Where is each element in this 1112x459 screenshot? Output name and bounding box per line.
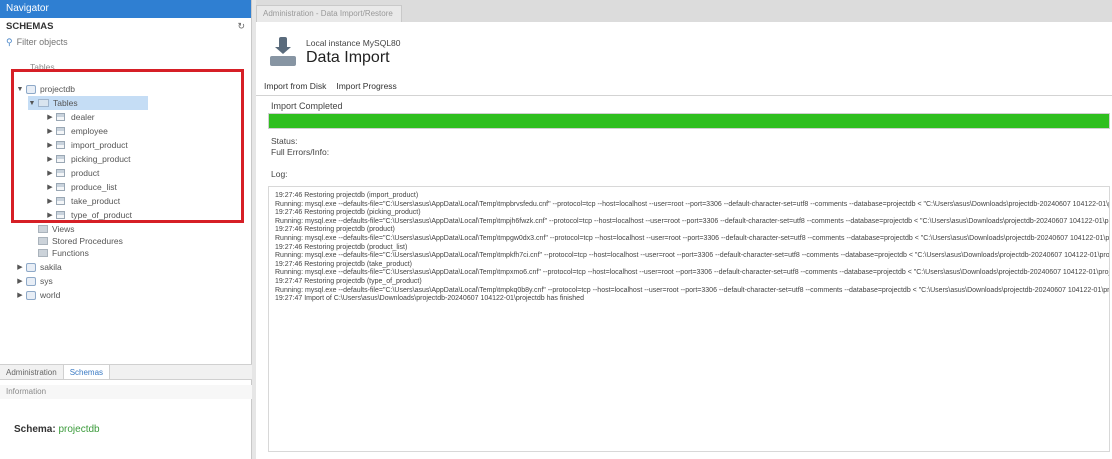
document-tab-strip: Administration - Data Import/Restore [256,0,1112,22]
expand-triangle-icon[interactable]: ▶ [46,183,54,191]
log-line: 19:27:46 Restoring projectdb (take_produ… [275,260,412,268]
database-icon [26,276,36,286]
expand-triangle-icon[interactable]: ▶ [46,127,54,135]
tree-item-table[interactable]: ▶ dealer [46,110,94,124]
information-header: Information [0,385,252,399]
full-errors-label: Full Errors/Info: [271,147,330,157]
log-output[interactable]: 19:27:46 Restoring projectdb (import_pro… [268,186,1110,452]
log-line: Running: mysql.exe --defaults-file="C:\U… [275,217,1110,225]
log-line: Running: mysql.exe --defaults-file="C:\U… [275,269,1110,277]
stored-procedures-icon [38,237,48,245]
status-label: Status: [271,136,298,146]
tree-item-database[interactable]: ▶ sys [16,274,52,288]
connection-subtitle: Local instance MySQL80 [306,37,401,48]
tab-data-import[interactable]: Administration - Data Import/Restore [256,5,402,22]
table-icon [56,197,65,205]
filter-row: ⚲ [0,34,251,50]
log-line: 19:27:46 Restoring projectdb (import_pro… [275,192,419,199]
folder-icon [38,99,49,107]
expand-triangle-icon[interactable]: ▼ [28,100,36,107]
schema-info: Schema: projectdb [14,424,100,435]
table-icon [56,211,65,219]
divider [256,95,1112,96]
tab-administration[interactable]: Administration [0,365,63,379]
progress-fill [269,114,1109,128]
tree-item-table[interactable]: ▶ employee [46,124,108,138]
schemas-label: SCHEMAS [6,20,54,32]
expand-triangle-icon[interactable]: ▶ [46,197,54,205]
table-icon [56,169,65,177]
tree-item-table[interactable]: ▶ picking_product [46,152,130,166]
tab-schemas[interactable]: Schemas [62,365,111,379]
schema-info-value: projectdb [58,424,100,435]
schemas-header: SCHEMAS ↻ [0,18,251,34]
navigator-bottom-tabs: Administration Schemas [0,364,252,380]
filter-objects-input[interactable] [16,37,217,47]
expand-triangle-icon[interactable]: ▼ [16,86,24,93]
log-line: 19:27:47 Import of C:\Users\asus\Downloa… [275,295,584,303]
data-import-icon [270,37,296,67]
tree-item-database[interactable]: ▶ world [16,288,60,302]
search-icon: ⚲ [6,36,13,47]
views-icon [38,225,48,233]
log-line: 19:27:47 Restoring projectdb (type_of_pr… [275,277,422,285]
log-line: Running: mysql.exe --defaults-file="C:\U… [275,234,1110,242]
tree-item-projectdb[interactable]: ▼ projectdb [16,82,75,96]
expand-triangle-icon[interactable]: ▶ [16,277,24,285]
table-icon [56,113,65,121]
data-import-header: Local instance MySQL80 Data Import [270,34,401,70]
import-tabs: Import from Disk Import Progress [262,80,399,92]
refresh-icon[interactable]: ↻ [237,21,245,32]
import-progress-bar [268,113,1110,129]
schema-info-label: Schema: [14,424,56,435]
page-title: Data Import [306,48,390,66]
log-label: Log: [271,169,288,179]
expand-triangle-icon[interactable]: ▶ [46,141,54,149]
navigator-header: Navigator [0,0,251,18]
import-status-text: Import Completed [271,101,343,111]
tree-item-table[interactable]: ▶ type_of_product [46,208,132,222]
table-icon [56,141,65,149]
tab-import-progress[interactable]: Import Progress [334,80,398,92]
database-icon [26,290,36,300]
expand-triangle-icon[interactable]: ▶ [46,155,54,163]
tree-item-table[interactable]: ▶ produce_list [46,180,117,194]
tree-item-table[interactable]: ▶ import_product [46,138,127,152]
table-icon [56,127,65,135]
log-line: Running: mysql.exe --defaults-file="C:\U… [275,286,1110,294]
database-icon [26,84,36,94]
log-line: 19:27:46 Restoring projectdb (product_li… [275,243,408,251]
log-line: 19:27:46 Restoring projectdb (product) [275,226,395,234]
tree-item-functions[interactable]: Functions [36,246,89,260]
log-line: 19:27:46 Restoring projectdb (picking_pr… [275,209,421,217]
expand-triangle-icon[interactable]: ▶ [16,263,24,271]
expand-triangle-icon[interactable]: ▶ [16,291,24,299]
functions-icon [38,249,48,257]
expand-triangle-icon[interactable]: ▶ [46,113,54,121]
tree-item-database[interactable]: ▶ sakila [16,260,61,274]
expand-triangle-icon[interactable]: ▶ [46,211,54,219]
database-icon [26,262,36,272]
data-import-panel: Administration - Data Import/Restore Loc… [256,0,1112,459]
table-icon [56,155,65,163]
tree-item-table[interactable]: ▶ take_product [46,194,120,208]
table-icon [56,183,65,191]
tab-import-from-disk[interactable]: Import from Disk [262,80,328,92]
expand-triangle-icon[interactable]: ▶ [46,169,54,177]
tree-item-partial: Tables [30,62,55,72]
log-line: Running: mysql.exe --defaults-file="C:\U… [275,252,1110,260]
log-line: Running: mysql.exe --defaults-file="C:\U… [275,200,1109,208]
tree-item-tables-folder[interactable]: ▼ Tables [28,96,148,110]
tree-item-table[interactable]: ▶ product [46,166,99,180]
